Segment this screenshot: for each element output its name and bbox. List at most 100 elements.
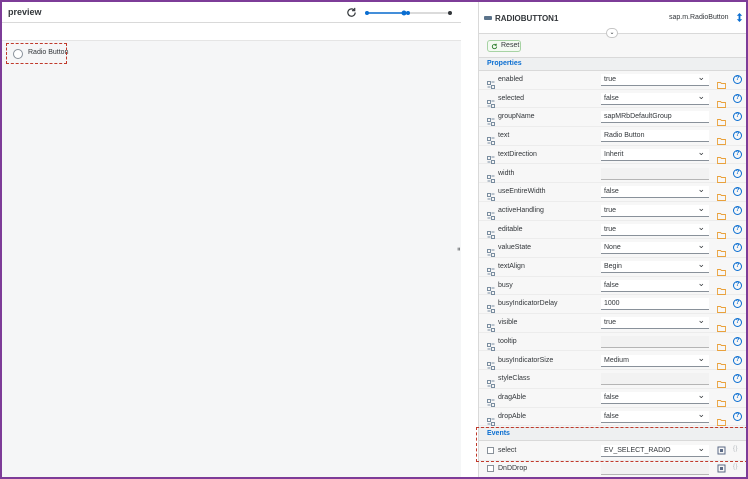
binding-folder-icon[interactable] — [717, 263, 726, 276]
code-icon[interactable]: { } — [733, 464, 738, 470]
binding-folder-icon[interactable] — [717, 413, 726, 426]
property-value-selected[interactable]: false — [601, 92, 709, 105]
property-icon — [487, 132, 495, 145]
help-icon[interactable]: ? — [733, 75, 742, 84]
control-class: sap.m.RadioButton — [669, 14, 729, 21]
property-value-valueState[interactable]: None — [601, 242, 709, 255]
property-label: busyIndicatorDelay — [498, 300, 558, 308]
property-row-visible: visible true? — [479, 314, 746, 333]
property-value-useEntireWidth[interactable]: false — [601, 186, 709, 199]
property-value-tooltip[interactable] — [601, 335, 709, 348]
property-value-editable[interactable]: true — [601, 223, 709, 236]
binding-folder-icon[interactable] — [717, 244, 726, 258]
radio-circle[interactable] — [13, 49, 23, 59]
binding-folder-icon[interactable] — [717, 300, 726, 314]
radio-button-selection[interactable]: Radio Button — [6, 43, 68, 64]
help-icon[interactable]: ? — [733, 392, 742, 402]
binding-folder-icon[interactable] — [717, 132, 726, 146]
help-icon[interactable]: ? — [733, 280, 742, 290]
binding-folder-icon[interactable] — [717, 170, 726, 183]
binding-folder-icon[interactable] — [717, 394, 726, 407]
binding-folder-icon[interactable] — [717, 95, 726, 108]
property-label: valueState — [498, 244, 532, 252]
property-icon — [487, 338, 495, 351]
preview-header: preview — [2, 2, 461, 23]
property-label: textAlign — [498, 263, 525, 270]
property-value-width[interactable] — [601, 167, 709, 180]
property-icon — [487, 300, 495, 314]
event-label: DnDDrop — [498, 465, 528, 472]
help-icon[interactable]: ? — [733, 318, 742, 328]
property-icon — [487, 375, 495, 389]
event-checkbox[interactable] — [487, 465, 494, 472]
splitter-handle-icon[interactable]: ⏸ — [457, 246, 461, 254]
binding-folder-icon[interactable] — [717, 207, 726, 220]
property-value-styleClass[interactable] — [601, 373, 709, 386]
property-value-textDirection[interactable]: Inherit — [601, 148, 709, 161]
property-row-text: text Radio Button? — [479, 127, 746, 146]
property-value-enabled[interactable]: true — [601, 74, 709, 86]
help-icon[interactable]: ? — [733, 112, 742, 122]
help-icon[interactable]: ? — [733, 411, 742, 421]
help-icon[interactable]: ? — [733, 243, 742, 253]
app-window: preview Radio Button ⏸ RADIOBUTTON1 sap.… — [0, 0, 748, 479]
help-icon[interactable]: ? — [733, 93, 742, 103]
binding-folder-icon[interactable] — [717, 113, 726, 127]
property-label: groupName — [498, 113, 535, 121]
help-icon[interactable]: ? — [733, 168, 742, 178]
property-value-visible[interactable]: true — [601, 317, 709, 330]
refresh-icon[interactable] — [346, 7, 357, 18]
reset-icon — [491, 43, 498, 50]
property-icon — [487, 207, 495, 220]
help-icon[interactable]: ? — [733, 355, 742, 365]
reset-label: Reset — [501, 42, 520, 49]
property-row-width: width? — [479, 165, 746, 184]
help-icon[interactable]: ? — [733, 149, 742, 159]
help-icon[interactable]: ? — [733, 336, 742, 346]
binding-folder-icon[interactable] — [717, 282, 726, 295]
binding-folder-icon[interactable] — [717, 226, 726, 239]
help-icon[interactable]: ? — [733, 224, 742, 234]
help-icon[interactable]: ? — [733, 131, 742, 141]
binding-folder-icon[interactable] — [717, 319, 726, 333]
property-icon — [487, 263, 495, 276]
event-row-DnDDrop: DnDDrop { } — [479, 460, 746, 477]
collapse-chevron-icon[interactable]: ⌄ — [606, 28, 618, 38]
property-value-busyIndicatorSize[interactable]: Medium — [601, 354, 709, 367]
property-row-activeHandling: activeHandling true? — [479, 202, 746, 221]
property-value-groupName[interactable]: sapMRbDefaultGroup — [601, 111, 709, 124]
event-handler-DnDDrop[interactable] — [601, 463, 709, 475]
property-label: selected — [498, 94, 525, 102]
property-value-text[interactable]: Radio Button — [601, 130, 709, 143]
property-icon — [487, 394, 495, 407]
binding-folder-icon[interactable] — [717, 188, 726, 202]
help-icon[interactable]: ? — [733, 374, 742, 384]
property-value-textAlign[interactable]: Begin — [601, 261, 709, 273]
property-row-valueState: valueState None? — [479, 239, 746, 258]
property-label: visible — [498, 319, 518, 327]
navigate-icon[interactable] — [735, 13, 744, 22]
zoom-slider[interactable] — [364, 8, 454, 18]
property-value-busyIndicatorDelay[interactable]: 1000 — [601, 298, 709, 311]
property-value-busy[interactable]: false — [601, 279, 709, 292]
property-icon — [487, 95, 495, 108]
binding-folder-icon[interactable] — [717, 76, 726, 89]
property-value-dragAble[interactable]: false — [601, 391, 709, 404]
help-icon[interactable]: ? — [733, 187, 742, 197]
binding-folder-icon[interactable] — [717, 151, 726, 164]
reset-button[interactable]: Reset — [487, 40, 521, 52]
property-value-dropAble[interactable]: false — [601, 410, 709, 423]
help-icon[interactable]: ? — [733, 299, 742, 309]
property-value-activeHandling[interactable]: true — [601, 204, 709, 217]
property-icon — [487, 151, 495, 164]
binding-folder-icon[interactable] — [717, 357, 726, 370]
property-row-textAlign: textAlign Begin? — [479, 258, 746, 277]
binding-folder-icon[interactable] — [717, 338, 726, 351]
property-row-textDirection: textDirection Inherit? — [479, 146, 746, 165]
help-icon[interactable]: ? — [733, 205, 742, 215]
event-handler-icon[interactable] — [717, 464, 726, 473]
help-icon[interactable]: ? — [733, 262, 742, 271]
property-row-busyIndicatorDelay: busyIndicatorDelay 1000? — [479, 295, 746, 315]
preview-pane: preview Radio Button ⏸ — [2, 2, 461, 477]
binding-folder-icon[interactable] — [717, 375, 726, 389]
